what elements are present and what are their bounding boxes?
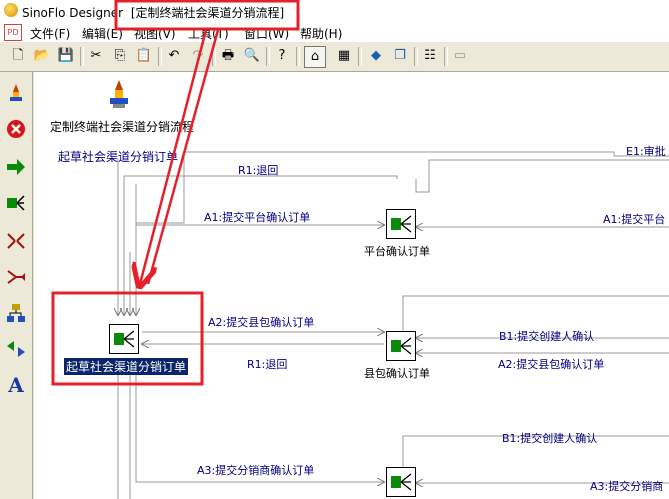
toolbar-separator — [266, 47, 270, 66]
app-name: SinoFlo Designer — [22, 6, 124, 20]
help-icon[interactable]: ? — [272, 46, 292, 66]
flow-label-a1-right[interactable]: A1:提交平台 — [603, 211, 665, 227]
flow-label-e1[interactable]: E1:审批 — [626, 143, 666, 159]
export-icon[interactable]: ◆ — [366, 46, 386, 66]
left-toolbar: A — [0, 72, 33, 499]
copy-icon[interactable]: ⎘ — [110, 46, 130, 66]
new-icon[interactable]: 🗋 — [8, 46, 28, 66]
ruler-icon[interactable]: ▭ — [450, 46, 470, 66]
toolbar-separator — [358, 47, 362, 66]
route-tool-icon[interactable] — [5, 338, 27, 360]
diagram-canvas[interactable]: 定制终端社会渠道分销流程 R1:退回 E1:审批 起草社会渠道分销订单 A1:提… — [34, 72, 669, 499]
grid-icon[interactable]: ▦ — [334, 46, 354, 66]
flow-label-b1-low[interactable]: B1:提交创建人确认 — [502, 430, 597, 446]
merge-tool-icon[interactable] — [5, 266, 27, 288]
window-title: SinoFlo Designer [定制终端社会渠道分销流程] — [22, 4, 284, 21]
document-title: [定制终端社会渠道分销流程] — [130, 6, 285, 20]
menu-view[interactable]: 视图(V) — [134, 25, 176, 42]
process-title: 定制终端社会渠道分销流程 — [50, 120, 195, 134]
cut-icon[interactable]: ✂ — [86, 46, 106, 66]
toolbar-separator — [444, 47, 448, 66]
county-confirm-node[interactable] — [386, 331, 416, 361]
start-node-tool-icon[interactable] — [5, 82, 27, 104]
platform-confirm-label: 平台确认订单 — [364, 245, 430, 258]
menu-tools[interactable]: 工具(T) — [188, 25, 229, 42]
save-icon[interactable]: 💾 — [56, 46, 76, 66]
toolbar-separator — [414, 47, 418, 66]
text-tool-icon[interactable]: A — [5, 374, 27, 396]
flow-label-a2[interactable]: A2:提交县包确认订单 — [208, 314, 314, 330]
start-node-icon[interactable] — [104, 78, 134, 108]
document-menu-icon[interactable]: PD — [4, 24, 22, 41]
draft-order-node[interactable] — [109, 324, 139, 354]
properties-icon[interactable]: ☷ — [420, 46, 440, 66]
draft-order-label: 起草社会渠道分销订单 — [64, 358, 189, 375]
menu-help[interactable]: 帮助(H) — [300, 25, 342, 42]
toolbar-separator — [212, 47, 216, 66]
split-tool-icon[interactable] — [5, 192, 27, 214]
flow-label-a3[interactable]: A3:提交分销商确认订单 — [197, 462, 314, 478]
flow-label-a3-right[interactable]: A3:提交分销商 — [590, 478, 663, 494]
county-confirm-label: 县包确认订单 — [364, 367, 430, 380]
undo-icon[interactable]: ↶ — [164, 46, 184, 66]
distributor-confirm-node[interactable] — [386, 467, 416, 497]
home-icon[interactable]: ⌂ — [304, 46, 326, 68]
paste-icon[interactable]: 📋 — [134, 46, 154, 66]
menu-edit[interactable]: 编辑(E) — [82, 25, 123, 42]
flow-label-a1[interactable]: A1:提交平台确认订单 — [204, 209, 310, 225]
end-node-tool-icon[interactable] — [5, 118, 27, 140]
node-label-draft-top[interactable]: 起草社会渠道分销订单 — [58, 148, 178, 165]
toolbar: 🗋 📂 💾 ✂ ⎘ 📋 ↶ ↷ 🖶 🔍 ? ⌂ ▦ ◆ ❐ ☷ ▭ — [0, 43, 669, 72]
toolbar-separator — [296, 47, 300, 66]
menu-bar: PD 文件(F) 编辑(E) 视图(V) 工具(T) 窗口(W) 帮助(H) — [0, 22, 669, 42]
print-icon[interactable]: 🖶 — [218, 46, 238, 66]
title-bar: SinoFlo Designer [定制终端社会渠道分销流程] — [0, 0, 669, 22]
platform-confirm-node[interactable] — [386, 209, 416, 239]
app-icon — [4, 3, 18, 17]
flow-label-r1-mid[interactable]: R1:退回 — [247, 356, 287, 372]
flow-label-b1[interactable]: B1:提交创建人确认 — [499, 328, 594, 344]
redo-icon[interactable]: ↷ — [188, 46, 208, 66]
window-icon[interactable]: ❐ — [390, 46, 410, 66]
join-tool-icon[interactable] — [5, 230, 27, 252]
toolbar-separator — [80, 47, 84, 66]
open-icon[interactable]: 📂 — [32, 46, 52, 66]
toolbar-separator — [158, 47, 162, 66]
flow-label-r1-top[interactable]: R1:退回 — [238, 162, 278, 178]
flow-line — [135, 225, 384, 226]
subflow-tool-icon[interactable] — [5, 302, 27, 324]
menu-window[interactable]: 窗口(W) — [244, 25, 289, 42]
print-preview-icon[interactable]: 🔍 — [242, 46, 262, 66]
flow-label-a2-right[interactable]: A2:提交县包确认订单 — [498, 356, 604, 372]
activity-tool-icon[interactable] — [5, 156, 27, 178]
menu-file[interactable]: 文件(F) — [30, 25, 70, 42]
